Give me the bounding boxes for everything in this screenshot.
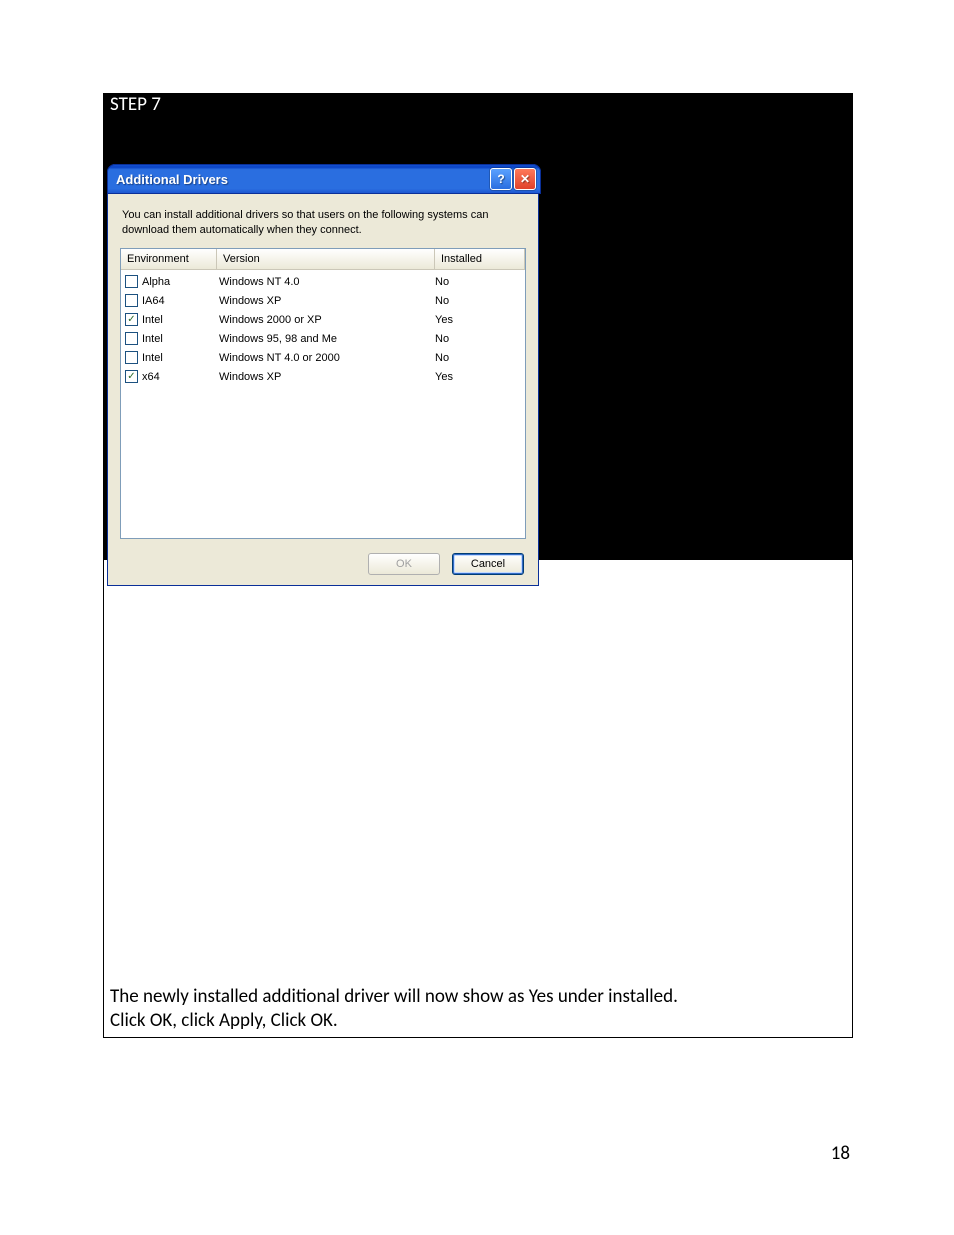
version-cell: Windows NT 4.0 or 2000 bbox=[217, 352, 433, 364]
installed-cell: No bbox=[433, 276, 525, 288]
list-item[interactable]: Alpha Windows NT 4.0 No bbox=[121, 272, 525, 291]
listview-header: Environment Version Installed bbox=[121, 249, 525, 270]
help-button[interactable]: ? bbox=[490, 168, 512, 190]
version-cell: Windows NT 4.0 bbox=[217, 276, 433, 288]
dialog-button-row: OK Cancel bbox=[120, 553, 526, 575]
window-chrome: Additional Drivers ? ✕ bbox=[107, 164, 541, 194]
checkbox[interactable]: ✓ bbox=[125, 313, 138, 326]
document-frame: STEP 7 Additional Drivers ? ✕ bbox=[103, 93, 853, 1038]
environment-cell: Alpha bbox=[142, 276, 170, 288]
version-cell: Windows 95, 98 and Me bbox=[217, 333, 433, 345]
dialog-body: You can install additional drivers so th… bbox=[107, 194, 539, 586]
list-item[interactable]: ✓ Intel Windows 2000 or XP Yes bbox=[121, 310, 525, 329]
check-icon: ✓ bbox=[127, 372, 135, 382]
version-cell: Windows 2000 or XP bbox=[217, 314, 433, 326]
checkbox[interactable] bbox=[125, 332, 138, 345]
caption-line-1: The newly installed additional driver wi… bbox=[110, 985, 846, 1009]
additional-drivers-dialog: Additional Drivers ? ✕ You can install a… bbox=[107, 164, 541, 586]
close-icon: ✕ bbox=[520, 172, 530, 186]
version-cell: Windows XP bbox=[217, 371, 433, 383]
environment-cell: IA64 bbox=[142, 295, 165, 307]
column-header-version[interactable]: Version bbox=[217, 249, 435, 269]
checkbox[interactable] bbox=[125, 294, 138, 307]
titlebar[interactable]: Additional Drivers ? ✕ bbox=[110, 167, 538, 191]
column-header-installed[interactable]: Installed bbox=[435, 249, 525, 269]
help-icon: ? bbox=[497, 172, 504, 186]
version-cell: Windows XP bbox=[217, 295, 433, 307]
step-caption: The newly installed additional driver wi… bbox=[104, 560, 852, 1037]
step-label: STEP 7 bbox=[110, 94, 161, 116]
caption-line-2: Click OK, click Apply, Click OK. bbox=[110, 1009, 846, 1033]
list-item[interactable]: Intel Windows NT 4.0 or 2000 No bbox=[121, 348, 525, 367]
ok-button[interactable]: OK bbox=[368, 553, 440, 575]
cancel-button[interactable]: Cancel bbox=[452, 553, 524, 575]
environment-cell: Intel bbox=[142, 333, 163, 345]
installed-cell: No bbox=[433, 333, 525, 345]
step-header-band: STEP 7 bbox=[104, 94, 852, 137]
installed-cell: No bbox=[433, 352, 525, 364]
environment-cell: Intel bbox=[142, 314, 163, 326]
column-header-environment[interactable]: Environment bbox=[121, 249, 217, 269]
check-icon: ✓ bbox=[127, 315, 135, 325]
checkbox[interactable]: ✓ bbox=[125, 370, 138, 383]
list-item[interactable]: Intel Windows 95, 98 and Me No bbox=[121, 329, 525, 348]
listview-rows: Alpha Windows NT 4.0 No IA64 Wind bbox=[121, 270, 525, 386]
environment-cell: Intel bbox=[142, 352, 163, 364]
checkbox[interactable] bbox=[125, 351, 138, 364]
close-button[interactable]: ✕ bbox=[514, 168, 536, 190]
checkbox[interactable] bbox=[125, 275, 138, 288]
list-item[interactable]: ✓ x64 Windows XP Yes bbox=[121, 367, 525, 386]
list-item[interactable]: IA64 Windows XP No bbox=[121, 291, 525, 310]
page-number: 18 bbox=[831, 1142, 850, 1165]
installed-cell: Yes bbox=[433, 314, 525, 326]
drivers-listview[interactable]: Environment Version Installed Alpha Wind… bbox=[120, 248, 526, 539]
installed-cell: Yes bbox=[433, 371, 525, 383]
titlebar-buttons: ? ✕ bbox=[490, 168, 536, 190]
window-title: Additional Drivers bbox=[116, 172, 490, 187]
dialog-description: You can install additional drivers so th… bbox=[122, 208, 524, 238]
page: STEP 7 Additional Drivers ? ✕ bbox=[0, 0, 954, 1235]
screenshot-area: Additional Drivers ? ✕ You can install a… bbox=[104, 137, 852, 560]
environment-cell: x64 bbox=[142, 371, 160, 383]
installed-cell: No bbox=[433, 295, 525, 307]
